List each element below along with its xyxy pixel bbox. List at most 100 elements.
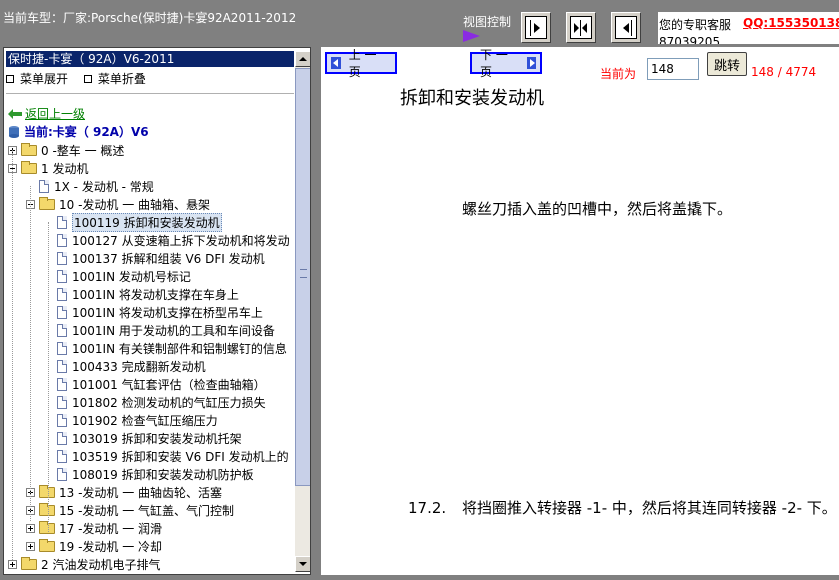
tree-item-label: 101001 气缸套评估（检查曲轴箱） <box>72 377 266 392</box>
tree-item-label: 1001IN 发动机号标记 <box>72 269 191 284</box>
scroll-up-icon <box>299 57 307 61</box>
tree-doc-item[interactable]: 101001 气缸套评估（检查曲轴箱） <box>57 375 266 393</box>
tree-item-label: 100119 拆卸和安装发动机 <box>72 212 222 232</box>
tree-item-label: 2 汽油发动机电子排气 <box>41 557 161 572</box>
expand-toggle-icon[interactable] <box>8 559 17 569</box>
tree-doc-item[interactable]: 100137 拆解和组装 V6 DFI 发动机 <box>57 249 265 267</box>
tree-doc-item[interactable]: 100433 完成翻新发动机 <box>57 357 206 375</box>
service-qq-link[interactable]: QQ:1553501388 <box>743 16 839 30</box>
tree-doc-item[interactable]: 101802 检测发动机的气缸压力损失 <box>57 393 266 411</box>
document-icon <box>57 215 67 229</box>
next-page-button[interactable]: 下 一 页 <box>470 48 542 79</box>
grip-icon <box>300 269 307 278</box>
current-node: 当前:卡宴（ 92A）V6 <box>8 123 149 140</box>
expand-right-icon <box>525 16 547 39</box>
document-icon <box>57 467 67 481</box>
tree-folder-item[interactable]: 15 -发动机 一 气缸盖、气门控制 <box>26 501 234 519</box>
folder-icon <box>39 196 55 210</box>
folder-icon <box>21 556 37 570</box>
tree-folder-item[interactable]: 2 汽油发动机电子排气 <box>8 555 160 573</box>
tree-folder-item[interactable]: 17 -发动机 一 润滑 <box>26 519 162 537</box>
folder-icon <box>21 142 37 156</box>
document-icon <box>57 413 67 427</box>
jump-button[interactable]: 跳转 <box>707 52 747 76</box>
tree-item-label: 1001IN 将发动机支撑在桥型吊车上 <box>72 305 263 320</box>
current-page-label: 当前为 <box>600 67 637 81</box>
document-title: 拆卸和安装发动机 <box>400 88 544 109</box>
split-view-button[interactable] <box>566 12 596 43</box>
tree-folder-item[interactable]: 19 -发动机 一 冷却 <box>26 537 162 555</box>
tree-doc-item[interactable]: 1X - 发动机 - 常规 <box>39 177 154 195</box>
expand-right-view-button[interactable] <box>521 12 551 43</box>
back-arrow-icon <box>8 108 22 119</box>
document-icon <box>57 305 67 319</box>
tree-item-label: 108019 拆卸和安装发动机防护板 <box>72 467 254 482</box>
square-icon <box>6 74 14 83</box>
tree-item-label: 10 -发动机 一 曲轴箱、悬架 <box>59 197 211 212</box>
tree-folder-item[interactable]: 13 -发动机 一 曲轴齿轮、活塞 <box>26 483 222 501</box>
tree-item-label: 13 -发动机 一 曲轴齿轮、活塞 <box>59 485 223 500</box>
top-bar: 当前车型：厂家:Porsche(保时捷)卡宴92A2011-2012 视图控制 … <box>0 0 839 44</box>
document-icon <box>39 179 49 193</box>
tree-item-label: 100433 完成翻新发动机 <box>72 359 206 374</box>
tree-item-label: 19 -发动机 一 冷却 <box>59 539 163 554</box>
document-icon <box>57 431 67 445</box>
split-view-icon <box>570 16 592 39</box>
document-icon <box>57 251 67 265</box>
scroll-down-button[interactable] <box>295 556 310 572</box>
document-icon <box>57 395 67 409</box>
scroll-up-button[interactable] <box>295 51 310 67</box>
tree-doc-item[interactable]: 1001IN 发动机号标记 <box>57 267 191 285</box>
square-icon <box>83 74 92 83</box>
tree-item-label: 103019 拆卸和安装发动机托架 <box>72 431 242 446</box>
tree-doc-item[interactable]: 1001IN 用于发动机的工具和车间设备 <box>57 321 275 339</box>
car-model-label: 当前车型：厂家:Porsche(保时捷)卡宴92A2011-2012 <box>3 11 297 25</box>
tree-doc-item[interactable]: 1001IN 将发动机支撑在车身上 <box>57 285 239 303</box>
sidebar-scrollbar[interactable] <box>295 51 310 572</box>
next-arrow-icon <box>526 57 536 69</box>
prev-arrow-icon <box>331 57 341 69</box>
tree-doc-item[interactable]: 100127 从变速箱上拆下发动机和将发动 <box>57 231 290 249</box>
prev-page-label: 上 一 页 <box>348 48 377 79</box>
tree-connector-line <box>48 222 49 532</box>
tree-doc-item[interactable]: 100119 拆卸和安装发动机 <box>57 212 222 232</box>
folder-icon <box>39 502 55 516</box>
prev-page-button[interactable]: 上 一 页 <box>325 48 397 79</box>
tree-doc-item[interactable]: 101902 检查气缸压缩压力 <box>57 411 218 429</box>
scroll-thumb[interactable] <box>295 68 310 486</box>
tree-folder-item[interactable]: 1 发动机 <box>8 159 88 177</box>
expand-all-button[interactable]: 菜单展开 <box>6 70 68 87</box>
expand-toggle-icon[interactable] <box>26 541 35 551</box>
tree-item-label: 0 -整车 一 概述 <box>41 143 125 158</box>
divider <box>6 93 294 94</box>
document-icon <box>57 359 67 373</box>
tree-doc-item[interactable]: 108019 拆卸和安装发动机防护板 <box>57 465 254 483</box>
tree-doc-item[interactable]: 103019 拆卸和安装发动机托架 <box>57 429 242 447</box>
back-up-link[interactable]: 返回上一级 <box>8 105 85 122</box>
expand-all-label: 菜单展开 <box>20 72 69 86</box>
tree-item-label: 1X - 发动机 - 常规 <box>54 179 154 194</box>
tree-folder-item[interactable]: 0 -整车 一 概述 <box>8 141 124 159</box>
folder-icon <box>39 484 55 498</box>
tree-doc-item[interactable]: 1001IN 有关镁制部件和铝制螺钉的信息 <box>57 339 287 357</box>
collapse-all-button[interactable]: 菜单折叠 <box>83 70 146 87</box>
document-icon <box>57 449 67 463</box>
expand-toggle-icon[interactable] <box>26 523 35 533</box>
step-text: 将挡圈推入转接器 -1- 中，然后将其连同转接器 -2- 下。 <box>462 499 837 517</box>
tree-doc-item[interactable]: 103519 拆卸和安装 V6 DFI 发动机上的 <box>57 447 289 465</box>
tree-connector-line <box>30 186 31 521</box>
tree-doc-item[interactable]: 1001IN 将发动机支撑在桥型吊车上 <box>57 303 263 321</box>
database-icon <box>9 125 19 138</box>
document-icon <box>57 269 67 283</box>
tree-item-label: 1 发动机 <box>41 161 89 176</box>
sidebar-title: 保时捷-卡宴（ 92A）V6-2011 <box>6 51 294 67</box>
view-control-label: 视图控制 <box>463 15 512 29</box>
document-icon <box>57 287 67 301</box>
page-number-input[interactable] <box>647 58 699 80</box>
folder-icon <box>39 520 55 534</box>
tree-folder-item[interactable]: 10 -发动机 一 曲轴箱、悬架 <box>26 195 210 213</box>
tree-item-label: 101902 检查气缸压缩压力 <box>72 413 218 428</box>
tree-item-label: 17 -发动机 一 润滑 <box>59 521 163 536</box>
document-icon <box>57 377 67 391</box>
expand-left-view-button[interactable] <box>611 12 641 43</box>
